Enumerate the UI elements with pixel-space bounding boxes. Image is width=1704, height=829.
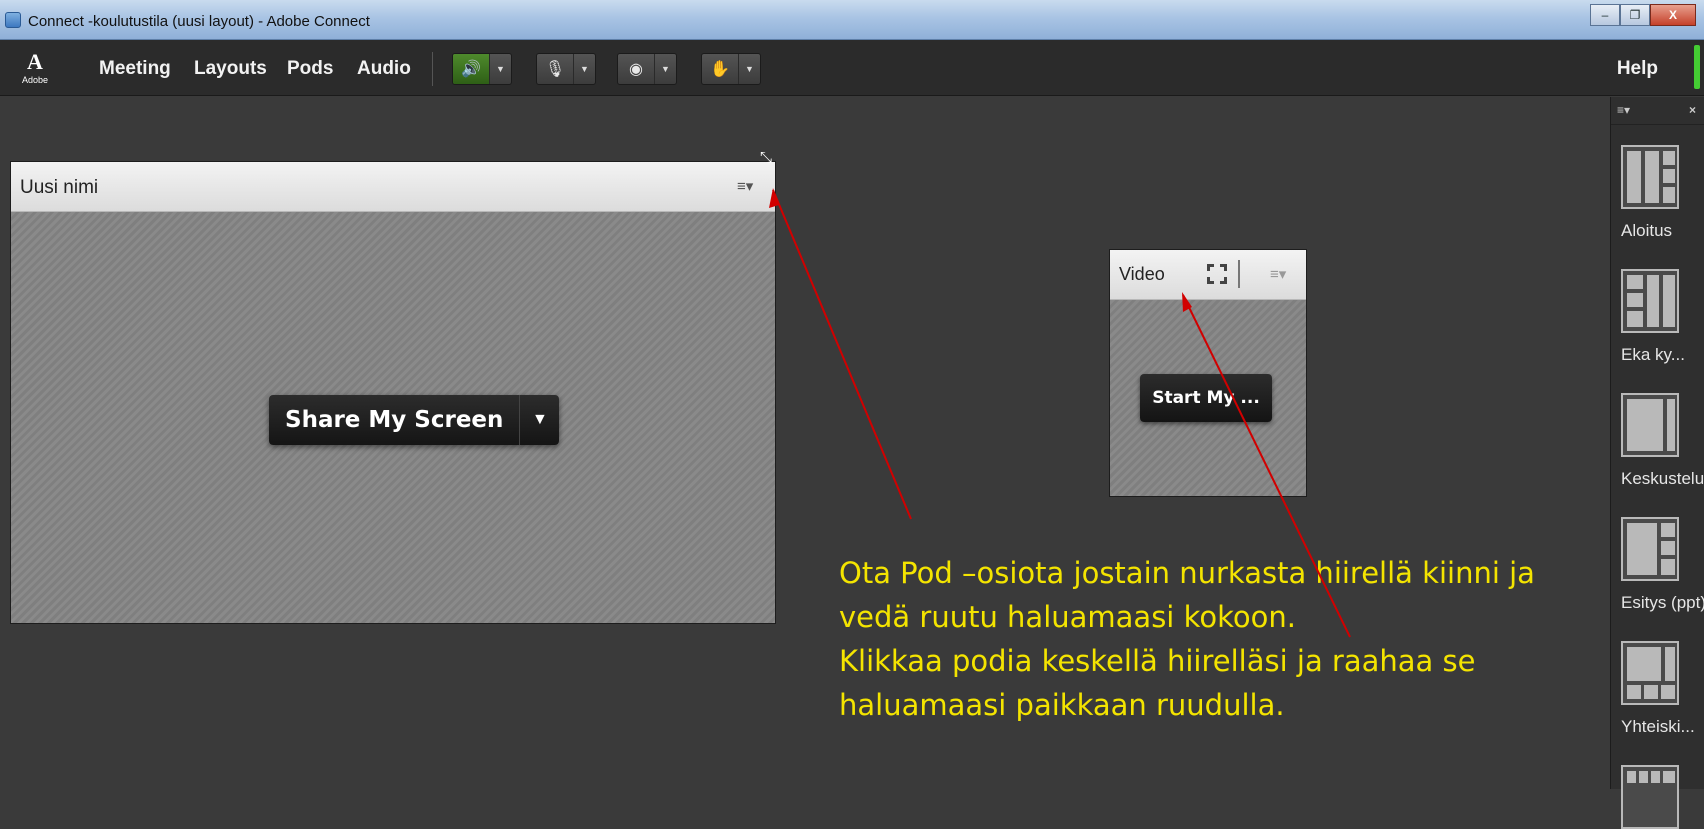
video-pod-divider <box>1238 260 1240 288</box>
share-my-screen-label[interactable]: Share My Screen <box>269 395 519 445</box>
video-pod[interactable]: Video ≡▾ Start My ... <box>1109 249 1307 497</box>
video-pod-title: Video <box>1119 264 1165 284</box>
menu-audio[interactable]: Audio <box>357 58 411 80</box>
instruction-annotation: Ota Pod –osiota jostain nurkasta hiirell… <box>839 551 1589 727</box>
layout-label: Yhteiski... <box>1621 717 1695 736</box>
layout-thumbnail[interactable] <box>1621 145 1679 209</box>
layouts-panel-menu-icon[interactable]: ≡▾ <box>1617 103 1630 117</box>
speaker-icon[interactable]: 🔊 <box>453 54 489 84</box>
menu-layouts[interactable]: Layouts <box>194 58 267 80</box>
layout-label: Aloitus <box>1621 221 1673 240</box>
minimize-button[interactable]: – <box>1590 4 1620 26</box>
layouts-panel-header: ≡▾ × <box>1611 97 1704 125</box>
restore-button[interactable]: ❐ <box>1620 4 1650 26</box>
share-pod-header[interactable]: Uusi nimi ≡▾ <box>11 162 775 212</box>
share-pod-menu-icon[interactable]: ≡▾ <box>737 177 753 195</box>
start-my-webcam-button[interactable]: Start My ... <box>1140 374 1272 422</box>
layout-label: Esitys (ppt) <box>1621 593 1704 612</box>
share-options-dropdown-icon[interactable]: ▼ <box>519 395 559 445</box>
speaker-control[interactable]: 🔊 ▼ <box>452 53 512 85</box>
microphone-dropdown-icon[interactable]: ▼ <box>573 54 595 84</box>
window-titlebar: Connect -koulutustila (uusi layout) - Ad… <box>0 0 1704 40</box>
connection-status-indicator <box>1694 45 1700 89</box>
app-icon <box>5 12 21 28</box>
video-pod-header[interactable]: Video ≡▾ <box>1110 250 1306 300</box>
resize-handle-icon[interactable]: ⤡ <box>760 149 778 175</box>
webcam-dropdown-icon[interactable]: ▼ <box>654 54 676 84</box>
webcam-control[interactable]: ◉ ▼ <box>617 53 677 85</box>
window-controls: – ❐ X <box>1590 4 1696 26</box>
raise-hand-control[interactable]: ✋ ▼ <box>701 53 761 85</box>
share-pod-title: Uusi nimi <box>20 177 99 198</box>
menu-meeting[interactable]: Meeting <box>99 58 171 80</box>
share-pod[interactable]: Uusi nimi ≡▾ Share My Screen ▼ <box>10 161 776 624</box>
instruction-line: vedä ruutu haluamaasi kokoon. <box>839 600 1296 634</box>
close-button[interactable]: X <box>1650 4 1696 26</box>
layouts-panel-close-icon[interactable]: × <box>1689 103 1696 117</box>
window-title: Connect -koulutustila (uusi layout) - Ad… <box>28 13 370 30</box>
menubar: A Adobe Meeting Layouts Pods Audio 🔊 ▼ 🎙… <box>0 40 1704 96</box>
adobe-logo: A Adobe <box>20 49 50 89</box>
microphone-icon[interactable]: 🎙 <box>537 54 573 84</box>
share-my-screen-button[interactable]: Share My Screen ▼ <box>269 395 560 445</box>
layout-thumbnail[interactable] <box>1621 641 1679 705</box>
layout-label: Eka ky... <box>1621 345 1685 364</box>
raise-hand-dropdown-icon[interactable]: ▼ <box>738 54 760 84</box>
adobe-logo-mark: A <box>27 49 43 74</box>
raise-hand-icon[interactable]: ✋ <box>702 54 738 84</box>
microphone-control[interactable]: 🎙 ▼ <box>536 53 596 85</box>
layout-thumbnail[interactable] <box>1621 269 1679 333</box>
layout-thumbnail[interactable] <box>1621 393 1679 457</box>
adobe-logo-word: Adobe <box>21 75 49 85</box>
menu-help[interactable]: Help <box>1617 58 1658 80</box>
instruction-line: Ota Pod –osiota jostain nurkasta hiirell… <box>839 556 1535 590</box>
instruction-line: Klikkaa podia keskellä hiirelläsi ja raa… <box>839 644 1476 678</box>
webcam-icon[interactable]: ◉ <box>618 54 654 84</box>
fullscreen-icon[interactable] <box>1205 262 1229 286</box>
instruction-line: haluamaasi paikkaan ruudulla. <box>839 688 1285 722</box>
menubar-separator <box>432 52 433 86</box>
video-pod-menu-icon[interactable]: ≡▾ <box>1270 265 1286 283</box>
layout-label: Keskustelu <box>1621 469 1704 488</box>
speaker-dropdown-icon[interactable]: ▼ <box>489 54 511 84</box>
layout-thumbnail[interactable] <box>1621 517 1679 581</box>
menu-pods[interactable]: Pods <box>287 58 333 80</box>
layouts-panel: ≡▾ × Aloitus Eka ky... Keskustelu Esitys… <box>1610 97 1704 829</box>
layout-thumbnail[interactable] <box>1621 765 1679 829</box>
